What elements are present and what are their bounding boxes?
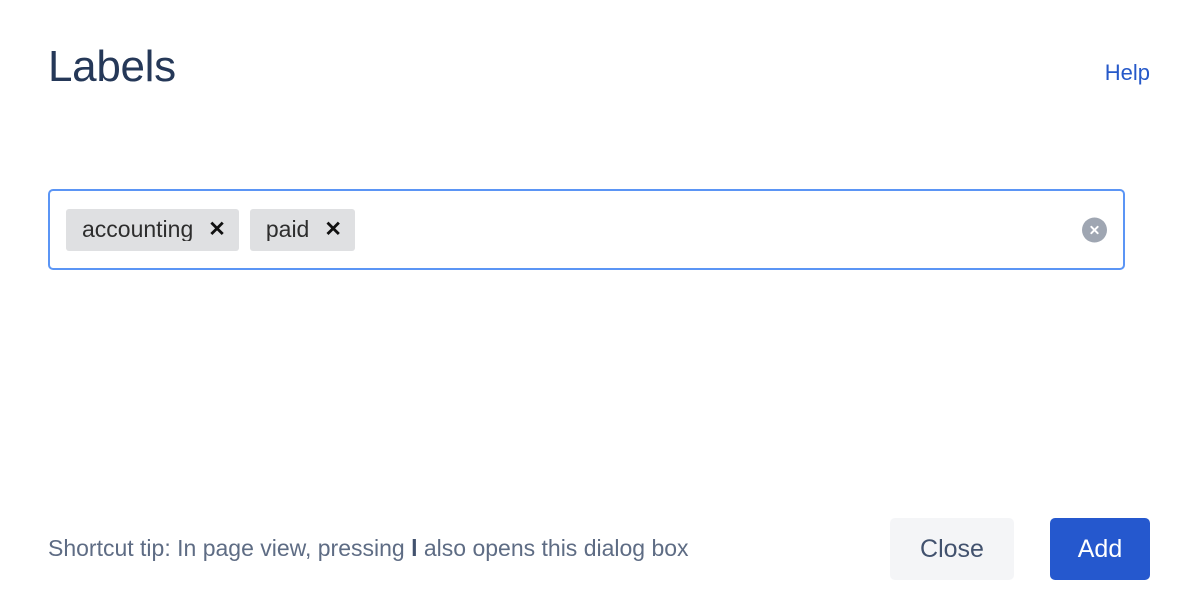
remove-label-icon[interactable]: ✕: [324, 219, 342, 240]
footer-actions: Close Add: [890, 518, 1150, 580]
shortcut-tip: Shortcut tip: In page view, pressing l a…: [48, 535, 689, 563]
dialog-header: Labels Help: [0, 0, 1196, 130]
close-button[interactable]: Close: [890, 518, 1014, 580]
add-button[interactable]: Add: [1050, 518, 1150, 580]
labels-dialog: Labels Help accounting ✕ paid ✕ Shortcut: [0, 0, 1196, 608]
labels-search-input[interactable]: [365, 207, 1067, 252]
label-chip[interactable]: accounting ✕: [66, 208, 239, 251]
page-title: Labels: [48, 42, 176, 91]
shortcut-tip-suffix: also opens this dialog box: [417, 535, 689, 562]
label-chip[interactable]: paid ✕: [249, 208, 355, 251]
tag-input-field[interactable]: accounting ✕ paid ✕: [48, 189, 1125, 270]
labels-input-container: accounting ✕ paid ✕: [48, 189, 1125, 270]
help-link[interactable]: Help: [1105, 60, 1150, 86]
shortcut-tip-prefix: Shortcut tip: In page view, pressing: [48, 535, 412, 562]
label-chip-text: paid: [265, 218, 310, 241]
label-chip-text: accounting: [82, 218, 194, 241]
clear-all-icon[interactable]: [1082, 217, 1107, 242]
dialog-footer: Shortcut tip: In page view, pressing l a…: [0, 490, 1196, 608]
remove-label-icon[interactable]: ✕: [208, 219, 226, 240]
